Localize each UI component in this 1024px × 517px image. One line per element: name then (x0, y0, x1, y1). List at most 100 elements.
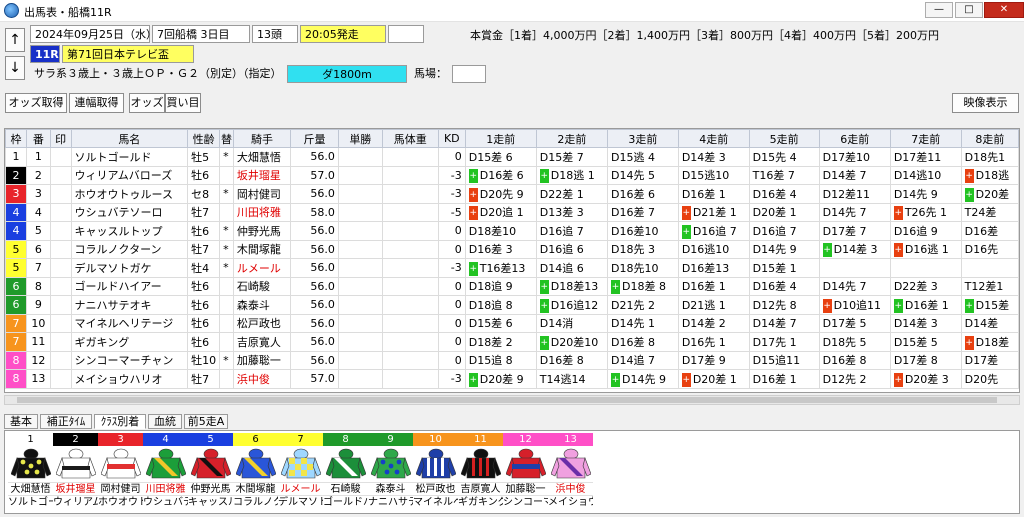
past-race-cell[interactable]: D14逃10 (889, 165, 962, 185)
past-race-cell[interactable]: D17差 8 (889, 350, 962, 370)
tab-zen5so[interactable]: 前5走A (184, 414, 228, 429)
past-race-cell[interactable]: T12差1 (960, 276, 1019, 296)
past-race-cell[interactable]: D15差 6 (464, 313, 537, 333)
past-race-cell[interactable]: T24差 (960, 202, 1019, 222)
table-row[interactable]: 6 9 ナニハサテオキ 牡6 森泰斗 56.0 0 D18追 8 + D16追12 D21先 2 D2… (5, 295, 1019, 315)
silk-card[interactable]: 2 坂井瑠星 ウィリアム (53, 433, 98, 512)
header-cell[interactable]: 2走前 (535, 129, 608, 148)
past-race-cell[interactable]: D18先 5 (818, 332, 891, 352)
past-race-cell[interactable]: + D18逃 (960, 165, 1019, 185)
next-race-button[interactable]: ↓ (5, 56, 25, 80)
past-race-cell[interactable]: D16差 8 (818, 350, 891, 370)
table-row[interactable]: 5 7 デルマソトガケ 牡4 * ルメール 56.0 -3 + T16差13 D14追 6 D18先1… (5, 258, 1019, 278)
past-race-cell[interactable]: D14追 7 (606, 350, 679, 370)
past-race-cell[interactable]: D14先 1 (606, 313, 679, 333)
table-row[interactable]: 2 2 ウィリアムバローズ 牡6 坂井瑠星 57.0 -3 + D16差 6 + D18逃 1 D14… (5, 165, 1019, 185)
past-race-cell[interactable]: + D14先 9 (606, 369, 679, 389)
past-race-cell[interactable]: D15逃10 (677, 165, 750, 185)
silk-card[interactable]: 5 仲野光馬 キャッスル (188, 433, 233, 512)
scrollbar-thumb[interactable] (17, 397, 997, 403)
past-race-cell[interactable]: D14先 5 (606, 165, 679, 185)
past-race-cell[interactable]: D16差 8 (606, 332, 679, 352)
past-race-cell[interactable]: D13差 3 (535, 202, 608, 222)
past-race-cell[interactable]: D15差 5 (889, 332, 962, 352)
past-race-cell[interactable]: + D10追11 (818, 295, 891, 315)
silk-card[interactable]: 7 ルメール デルマソト (278, 433, 323, 512)
past-race-cell[interactable]: + D20追 1 (464, 202, 537, 222)
past-race-cell[interactable]: + D20差 3 (889, 369, 962, 389)
past-race-cell[interactable]: D17差 5 (818, 313, 891, 333)
past-race-cell[interactable]: + D20差 1 (677, 369, 750, 389)
past-race-cell[interactable]: D17差10 (818, 147, 891, 167)
silk-card[interactable]: 3 岡村健司 ホウオウト (98, 433, 143, 512)
table-row[interactable]: 4 4 ウシュバテソーロ 牡7 川田将雅 58.0 -5 + D20追 1 D13差 3 D16差 … (5, 202, 1019, 222)
past-race-cell[interactable]: D17差11 (889, 147, 962, 167)
video-button[interactable]: 映像表示 (952, 93, 1019, 113)
past-race-cell[interactable]: + D16逃 1 (889, 239, 962, 259)
header-cell[interactable]: 番 (26, 129, 51, 148)
header-cell[interactable]: 単勝 (337, 129, 383, 148)
past-race-cell[interactable]: D12先 8 (748, 295, 820, 315)
past-race-cell[interactable]: D18先1 (960, 147, 1019, 167)
past-race-cell[interactable]: D14先 7 (818, 202, 891, 222)
minimize-button[interactable]: — (925, 2, 953, 18)
past-race-cell[interactable]: D15差 7 (535, 147, 608, 167)
past-race-cell[interactable]: D15差 6 (464, 147, 537, 167)
silk-card[interactable]: 6 木間塚龍 コラルノク (233, 433, 278, 512)
table-row[interactable]: 3 3 ホウオウトゥルース セ8 * 岡村健司 56.0 -3 + D20先 9 D22差 1 D16… (5, 184, 1019, 204)
past-race-cell[interactable]: D20差 1 (748, 202, 820, 222)
past-race-cell[interactable]: + D18差 8 (606, 276, 679, 296)
past-race-cell[interactable]: D16先 (960, 239, 1019, 259)
past-race-cell[interactable]: D14先 9 (889, 184, 962, 204)
header-cell[interactable]: 1走前 (464, 129, 537, 148)
silk-card[interactable]: 13 浜中俊 メイショウ (548, 433, 593, 512)
past-race-cell[interactable]: D21先 2 (606, 295, 679, 315)
past-race-cell[interactable]: + T16差13 (464, 258, 537, 278)
past-race-cell[interactable]: D18先10 (606, 258, 679, 278)
tab-blood[interactable]: 血統 (148, 414, 182, 429)
odds-button[interactable]: オッズ (129, 93, 165, 113)
past-race-cell[interactable] (889, 258, 962, 278)
past-race-cell[interactable]: D16逃10 (677, 239, 750, 259)
past-race-cell[interactable]: D17差 (960, 350, 1019, 370)
past-race-cell[interactable]: + D20先 9 (464, 184, 537, 204)
past-race-cell[interactable]: + D21差 1 (677, 202, 750, 222)
table-row[interactable]: 7 10 マイネルヘリテージ 牡6 松戸政也 56.0 0 D15差 6 D14消 D14先 1 D… (5, 313, 1019, 333)
past-race-cell[interactable]: D16追 9 (889, 221, 962, 241)
table-row[interactable]: 1 1 ソルトゴールド 牡5 * 大畑慧悟 56.0 0 D15差 6 D15差 7 D15逃 4 D… (5, 147, 1019, 167)
past-race-cell[interactable]: D14差 7 (748, 313, 820, 333)
renpuku-fetch-button[interactable]: 連幅取得 (69, 93, 124, 113)
past-race-cell[interactable]: + D16差 6 (464, 165, 537, 185)
maximize-button[interactable]: □ (955, 2, 983, 18)
past-race-cell[interactable]: D12差11 (818, 184, 891, 204)
header-cell[interactable]: 性齢 (187, 129, 221, 148)
tab-hosei-time[interactable]: 補正ﾀｲﾑ (40, 414, 92, 429)
past-race-cell[interactable]: D14差 7 (818, 165, 891, 185)
past-race-cell[interactable]: + D18逃 1 (535, 165, 608, 185)
header-cell[interactable]: 印 (49, 129, 72, 148)
header-cell[interactable]: 斤量 (290, 129, 339, 148)
past-race-cell[interactable]: T16差 7 (748, 165, 820, 185)
kaime-button[interactable]: 買い目 (165, 93, 201, 113)
silk-card[interactable]: 1 大畑慧悟ソルトゴール (8, 433, 53, 512)
past-race-cell[interactable]: D16差 1 (677, 184, 750, 204)
past-race-cell[interactable]: D21逃 1 (677, 295, 750, 315)
table-row[interactable]: 8 12 シンコーマーチャン 牡10 * 加藤聡一 56.0 0 D15追 8 D16差 8 D14… (5, 350, 1019, 370)
past-race-cell[interactable]: + T26先 1 (889, 202, 962, 222)
past-race-cell[interactable]: D15追11 (748, 350, 820, 370)
past-race-cell[interactable]: D14先 9 (748, 239, 820, 259)
past-race-cell[interactable]: D17先 1 (748, 332, 820, 352)
header-cell[interactable]: 4走前 (677, 129, 750, 148)
past-race-cell[interactable]: D14消 (535, 313, 608, 333)
header-cell[interactable]: 3走前 (606, 129, 679, 148)
tab-basic[interactable]: 基本 (4, 414, 38, 429)
past-race-cell[interactable]: D18差10 (464, 221, 537, 241)
silk-card[interactable]: 8 石崎駿 ゴールドハ (323, 433, 368, 512)
past-race-cell[interactable]: + D14差 3 (818, 239, 891, 259)
past-race-cell[interactable]: D16差 4 (748, 276, 820, 296)
past-race-cell[interactable]: + D20差10 (535, 332, 608, 352)
table-row[interactable]: 5 6 コラルノクターン 牡7 * 木間塚龍 56.0 0 D16差 3 D16追 6 D18先 3… (5, 239, 1019, 259)
header-cell[interactable]: 5走前 (748, 129, 820, 148)
past-race-cell[interactable]: + D16追12 (535, 295, 608, 315)
header-cell[interactable]: 6走前 (818, 129, 891, 148)
